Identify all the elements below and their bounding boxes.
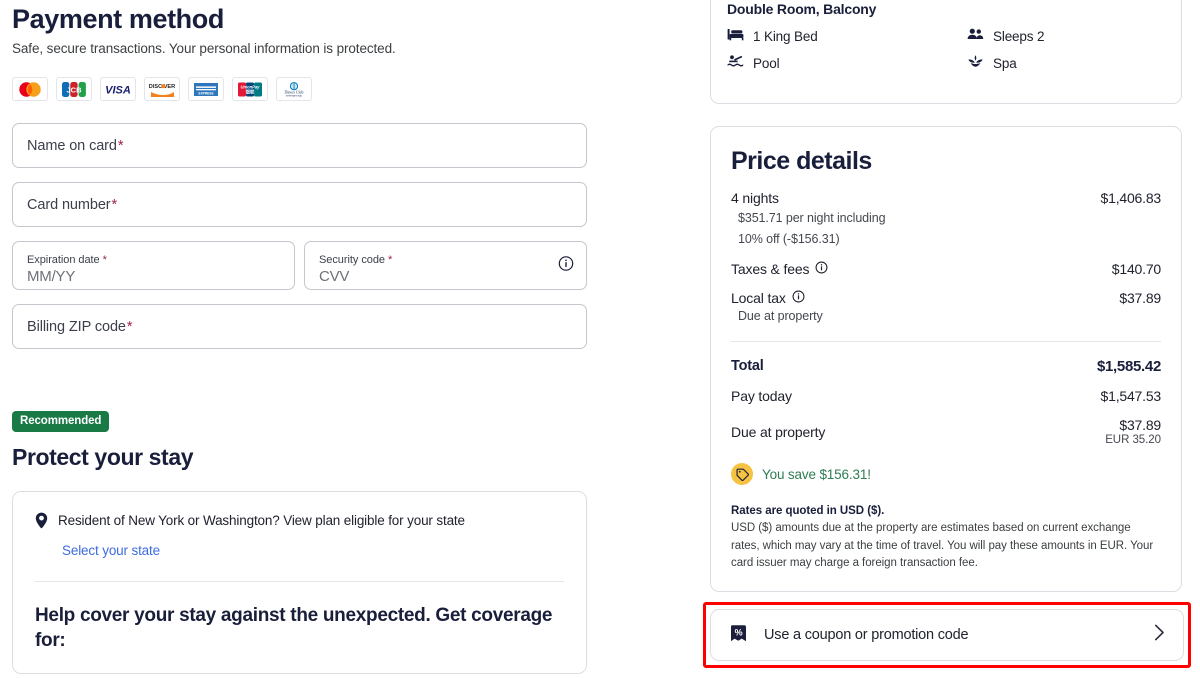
- discover-logo: DISC VER: [144, 77, 180, 102]
- coupon-label: Use a coupon or promotion code: [764, 627, 969, 643]
- name-on-card-label: Name on card*: [27, 137, 124, 154]
- price-row-local-tax: Local tax Due at property $37.89: [731, 290, 1161, 323]
- protect-your-stay-title: Protect your stay: [12, 444, 194, 471]
- protect-card-divider: [35, 581, 564, 583]
- svg-text:%: %: [735, 627, 743, 637]
- security-code-placeholder: CVV: [319, 268, 350, 286]
- recommended-badge: Recommended: [12, 411, 110, 433]
- billing-zip-input[interactable]: Billing ZIP code*: [12, 304, 587, 350]
- room-name: Double Room, Balcony: [727, 1, 877, 17]
- svg-text:INTERNATIONAL: INTERNATIONAL: [286, 94, 303, 97]
- location-pin-icon: [35, 512, 48, 534]
- amenity-bed: 1 King Bed: [727, 27, 967, 46]
- price-details-card: Price details 4 nights $351.71 per night…: [710, 126, 1182, 592]
- price-divider: [731, 341, 1161, 343]
- payment-form: Name on card* Card number* Expiration da…: [12, 123, 592, 350]
- local-tax-amount: $37.89: [1119, 290, 1161, 307]
- protect-plan-card: Resident of New York or Washington? View…: [12, 491, 587, 675]
- mastercard-logo: [12, 77, 48, 102]
- price-row-nights: 4 nights $351.71 per night including 10%…: [731, 190, 1161, 248]
- coupon-highlight-box: % Use a coupon or promotion code: [703, 602, 1191, 668]
- taxes-fees-amount: $140.70: [1111, 261, 1161, 278]
- per-night-note: $351.71 per night including: [738, 211, 886, 225]
- coverage-heading: Help cover your stay against the unexpec…: [35, 605, 553, 651]
- amenity-pool: Pool: [727, 54, 967, 73]
- room-summary-card: Double Room, Balcony 1 King Bed Sleeps 2: [710, 0, 1182, 104]
- svg-text:VISA: VISA: [105, 85, 131, 97]
- expiry-cvv-row: Expiration date * MM/YY Security code * …: [12, 241, 592, 291]
- page-title: Payment method: [12, 4, 224, 34]
- discount-note: 10% off (-$156.31): [738, 232, 840, 247]
- price-details-title: Price details: [731, 147, 872, 175]
- expiration-date-placeholder: MM/YY: [27, 268, 76, 286]
- rates-heading: Rates are quoted in USD ($).: [731, 505, 885, 518]
- security-code-input[interactable]: Security code * CVV: [304, 241, 587, 291]
- security-code-label: Security code *: [319, 253, 393, 266]
- amenity-spa-label: Spa: [993, 56, 1017, 71]
- amenity-pool-label: Pool: [753, 56, 780, 71]
- total-row: Total $1,585.42: [731, 358, 1161, 375]
- card-number-input[interactable]: Card number*: [12, 182, 587, 228]
- pay-today-label: Pay today: [731, 388, 792, 405]
- svg-text:银联: 银联: [246, 88, 255, 95]
- amenity-sleeps-label: Sleeps 2: [993, 29, 1045, 44]
- pool-icon: [727, 54, 744, 73]
- rates-body: USD ($) amounts due at the property are …: [731, 522, 1154, 570]
- expiration-date-input[interactable]: Expiration date * MM/YY: [12, 241, 295, 291]
- unionpay-logo: UnionPay 银联: [232, 77, 268, 102]
- coupon-tag-icon: %: [729, 622, 750, 649]
- booking-summary: Double Room, Balcony 1 King Bed Sleeps 2: [710, 0, 1182, 592]
- local-tax-label: Local tax: [731, 290, 823, 306]
- taxes-info-icon[interactable]: [815, 261, 828, 277]
- state-eligibility-row: Resident of New York or Washington? View…: [35, 512, 564, 534]
- pay-today-row: Pay today $1,547.53: [731, 388, 1161, 404]
- total-amount: $1,585.42: [1096, 358, 1161, 376]
- use-coupon-button[interactable]: % Use a coupon or promotion code: [710, 609, 1184, 661]
- amenity-sleeps: Sleeps 2: [967, 27, 1165, 46]
- spa-icon: [967, 54, 984, 73]
- cvv-info-icon[interactable]: [558, 255, 574, 276]
- billing-zip-label: Billing ZIP code*: [27, 318, 133, 335]
- svg-text:JCB: JCB: [66, 85, 82, 94]
- tag-icon: [731, 463, 753, 486]
- room-amenities: 1 King Bed Sleeps 2 Pool Spa: [727, 27, 1165, 73]
- total-label: Total: [731, 358, 764, 375]
- amenity-spa: Spa: [967, 54, 1165, 73]
- jcb-logo: JCB: [56, 77, 92, 102]
- price-row-taxes: Taxes & fees $140.70: [731, 261, 1161, 277]
- savings-text: You save $156.31!: [762, 466, 871, 482]
- nights-label: 4 nights: [731, 190, 779, 206]
- taxes-fees-label: Taxes & fees: [731, 261, 828, 277]
- expiration-date-label: Expiration date *: [27, 253, 107, 266]
- select-your-state-link[interactable]: Select your state: [62, 543, 564, 558]
- chevron-right-icon[interactable]: [1154, 624, 1165, 646]
- savings-row: You save $156.31!: [731, 463, 1161, 486]
- due-at-property-amount: $37.89: [1119, 417, 1161, 434]
- visa-logo: VISA: [100, 77, 136, 102]
- svg-text:EXPRESS: EXPRESS: [198, 91, 213, 95]
- pay-today-amount: $1,547.53: [1100, 388, 1162, 405]
- due-at-property-eur: EUR 35.20: [1105, 434, 1161, 447]
- nights-amount: $1,406.83: [1100, 190, 1162, 206]
- payment-section: Payment method Safe, secure transactions…: [12, 0, 592, 675]
- local-tax-note: Due at property: [738, 309, 823, 324]
- amex-logo: EXPRESS: [188, 77, 224, 102]
- local-tax-info-icon[interactable]: [792, 290, 805, 306]
- state-eligibility-text: Resident of New York or Washington? View…: [58, 513, 465, 529]
- name-on-card-input[interactable]: Name on card*: [12, 123, 587, 169]
- due-at-property-row: Due at property $37.89 EUR 35.20: [731, 417, 1161, 446]
- people-icon: [967, 27, 984, 46]
- rates-disclaimer: Rates are quoted in USD ($). USD ($) amo…: [731, 505, 1161, 572]
- svg-text:Diners Club: Diners Club: [285, 90, 304, 94]
- checkout-page: Payment method Safe, secure transactions…: [0, 0, 1200, 678]
- card-number-label: Card number*: [27, 196, 118, 213]
- accepted-cards-list: JCB VISA DISC VER EXPRESS UnionPay 银联 Din…: [12, 77, 592, 102]
- diners-club-logo: Diners Club INTERNATIONAL: [276, 77, 312, 102]
- page-subtitle: Safe, secure transactions. Your personal…: [12, 41, 396, 57]
- due-at-property-label: Due at property: [731, 423, 826, 440]
- amenity-bed-label: 1 King Bed: [753, 29, 818, 44]
- bed-icon: [727, 27, 744, 46]
